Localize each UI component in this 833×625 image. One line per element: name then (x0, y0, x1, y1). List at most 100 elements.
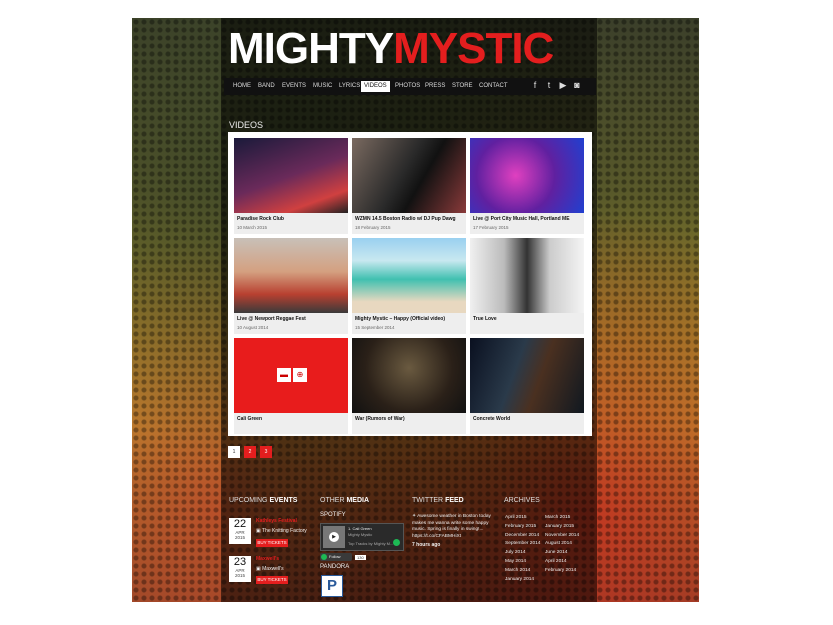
video-card[interactable]: Paradise Rock Club 10 March 2015 (234, 138, 348, 234)
follow-count: 130 (355, 555, 366, 560)
instagram-icon[interactable]: ◙ (572, 80, 582, 91)
folder-icon[interactable]: ▬ (277, 368, 291, 382)
video-thumbnail[interactable] (470, 338, 584, 413)
archive-link[interactable]: August 2014 (545, 541, 572, 546)
logo-word-mighty: MIGHTY (228, 24, 394, 73)
archive-link[interactable]: April 2015 (505, 515, 527, 520)
video-card[interactable]: WZMN 14.5 Boston Radio w/ DJ Pup Dawg 18… (352, 138, 466, 234)
spotify-player[interactable]: ▶ 1. Cali Green Mighty Mystic Top Tracks… (320, 523, 404, 551)
video-card[interactable]: Mighty Mystic – Happy (Official video) 1… (352, 238, 466, 334)
archive-link[interactable]: November 2014 (545, 533, 579, 538)
twitter-icon[interactable]: t (544, 80, 554, 91)
venue-label: Maxwell's (262, 566, 284, 572)
nav-item-videos[interactable]: VIDEOS (361, 81, 390, 92)
tweet: ✦ Awesome weather in Boston today makes … (412, 514, 496, 540)
tweet-time: 7 hours ago (412, 542, 441, 548)
video-title[interactable]: Paradise Rock Club (237, 216, 284, 222)
nav-item-home[interactable]: HOME (230, 81, 254, 92)
facebook-icon[interactable]: f (530, 80, 540, 91)
archive-link[interactable]: May 2014 (505, 559, 526, 564)
player-playlist: Top Tracks by Mighty M... (348, 541, 394, 546)
video-title[interactable]: True Love (473, 316, 497, 322)
page-2-button[interactable]: 2 (244, 446, 256, 458)
twitter-feed-heading: TWITTER FEED (412, 497, 464, 504)
upcoming-events-heading: UPCOMING EVENTS (229, 497, 297, 504)
archive-link[interactable]: June 2014 (545, 550, 567, 555)
video-title[interactable]: War (Rumors of War) (355, 416, 405, 422)
video-title[interactable]: WZMN 14.5 Boston Radio w/ DJ Pup Dawg (355, 216, 456, 222)
archive-link[interactable]: July 2014 (505, 550, 526, 555)
event-name[interactable]: Maxwell's (256, 556, 279, 562)
video-caption: War (Rumors of War) (352, 413, 466, 434)
nav-item-band[interactable]: BAND (255, 81, 278, 92)
archive-link[interactable]: April 2014 (545, 559, 567, 564)
archive-link[interactable]: February 2015 (505, 524, 536, 529)
video-card[interactable]: Live @ Newport Reggae Fest 10 August 201… (234, 238, 348, 334)
video-thumbnail[interactable] (470, 138, 584, 213)
video-card[interactable]: Live @ Port City Music Hall, Portland ME… (470, 138, 584, 234)
video-card[interactable]: Concrete World (470, 338, 584, 434)
youtube-icon[interactable]: ▶ (558, 80, 568, 91)
video-thumbnail[interactable] (352, 238, 466, 313)
event-date: 22 APR 2015 (229, 518, 251, 544)
page-1-button[interactable]: 1 (228, 446, 240, 458)
archive-link[interactable]: March 2015 (545, 515, 570, 520)
nav-item-contact[interactable]: CONTACT (476, 81, 511, 92)
event-venue: ▣ Maxwell's (256, 566, 284, 572)
video-card[interactable]: ▬ ⊕ Cali Green (234, 338, 348, 434)
play-icon[interactable]: ▶ (329, 532, 339, 542)
video-title[interactable]: Cali Green (237, 416, 262, 422)
spotify-logo-icon (393, 539, 400, 546)
buy-tickets-button[interactable]: BUY TICKETS (256, 539, 288, 547)
nav-item-store[interactable]: STORE (449, 81, 476, 92)
video-thumbnail[interactable] (352, 338, 466, 413)
archive-link[interactable]: December 2014 (505, 533, 539, 538)
heading-prefix: UPCOMING (229, 497, 268, 504)
archive-link[interactable]: March 2014 (505, 568, 530, 573)
video-caption: WZMN 14.5 Boston Radio w/ DJ Pup Dawg 18… (352, 213, 466, 234)
video-thumbnail[interactable] (234, 238, 348, 313)
site-logo[interactable]: MIGHTYMYSTIC (228, 24, 554, 73)
nav-item-events[interactable]: EVENTS (279, 81, 309, 92)
video-title[interactable]: Mighty Mystic – Happy (Official video) (355, 316, 445, 322)
pandora-label: PANDORA (320, 564, 350, 570)
video-title[interactable]: Concrete World (473, 416, 510, 422)
main-nav: f t ▶ ◙ HOME BAND EVENTS MUSIC LYRICS VIDEOS P… (224, 78, 596, 95)
zoom-icon[interactable]: ⊕ (293, 368, 307, 382)
video-thumbnail[interactable] (234, 138, 348, 213)
heading-bold: FEED (445, 497, 464, 504)
page-3-button[interactable]: 3 (260, 446, 272, 458)
video-card[interactable]: True Love (470, 238, 584, 334)
follow-label: Follow (329, 554, 341, 559)
video-thumbnail[interactable] (352, 138, 466, 213)
event-name[interactable]: Kathleys Festival (256, 518, 297, 524)
event-day: 22 (233, 518, 247, 530)
section-title: VIDEOS (229, 120, 264, 130)
nav-item-music[interactable]: MUSIC (310, 81, 335, 92)
buy-tickets-button[interactable]: BUY TICKETS (256, 576, 288, 584)
pandora-icon[interactable]: P (321, 575, 343, 597)
video-thumbnail[interactable] (470, 238, 584, 313)
nav-item-press[interactable]: PRESS (422, 81, 448, 92)
logo-word-mystic: MYSTIC (393, 24, 554, 73)
video-thumbnail[interactable]: ▬ ⊕ (234, 338, 348, 413)
archive-link[interactable]: January 2015 (545, 524, 574, 529)
nav-item-lyrics[interactable]: LYRICS (336, 81, 363, 92)
event-date: 23 APR 2015 (229, 556, 251, 582)
archive-link[interactable]: February 2014 (545, 568, 576, 573)
archives-heading: ARCHIVES (504, 497, 540, 504)
video-card[interactable]: War (Rumors of War) (352, 338, 466, 434)
video-date: 15 September 2014 (355, 325, 395, 330)
video-date: 10 August 2014 (237, 325, 269, 330)
video-title[interactable]: Live @ Newport Reggae Fest (237, 316, 306, 322)
player-track: 1. Cali Green (348, 526, 372, 531)
video-date: 10 March 2015 (237, 225, 268, 230)
tweet-text[interactable]: Awesome weather in Boston today makes me… (412, 514, 491, 539)
nav-item-photos[interactable]: PHOTOS (392, 81, 423, 92)
archive-link[interactable]: January 2014 (505, 577, 534, 582)
video-date: 18 February 2015 (355, 225, 391, 230)
archive-link[interactable]: September 2014 (505, 541, 540, 546)
event-day: 23 (233, 556, 247, 568)
spotify-follow-button[interactable]: Follow (320, 553, 352, 561)
video-title[interactable]: Live @ Port City Music Hall, Portland ME (473, 216, 570, 222)
